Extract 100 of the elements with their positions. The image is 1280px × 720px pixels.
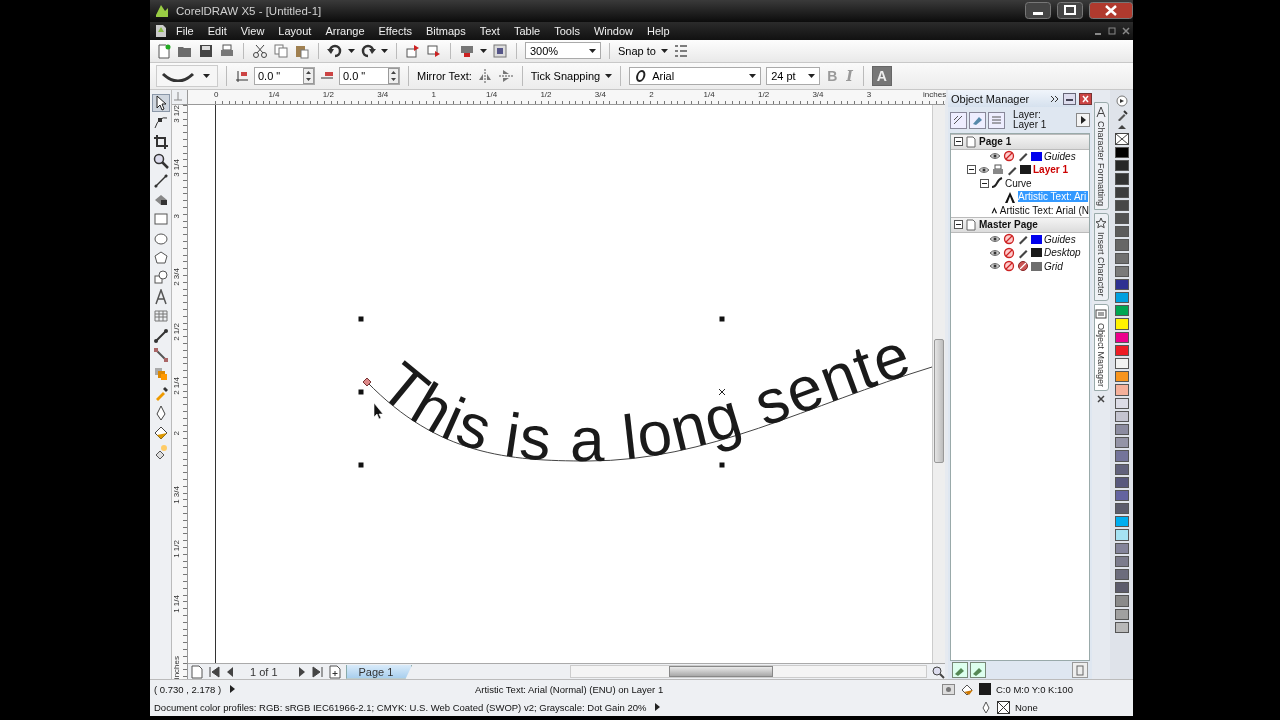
- snap-to-menu[interactable]: Snap to: [618, 44, 656, 57]
- maximize-icon[interactable]: [1057, 2, 1083, 20]
- caret-icon[interactable]: [605, 73, 613, 78]
- no-print-icon[interactable]: [1003, 233, 1015, 246]
- selection-handle[interactable]: [719, 462, 725, 468]
- layer-item[interactable]: Guides: [1044, 233, 1076, 245]
- no-edit-icon[interactable]: [1017, 260, 1029, 273]
- freehand-line-icon[interactable]: [152, 172, 169, 189]
- shape-node-icon[interactable]: [152, 114, 169, 131]
- color-swatch[interactable]: [1114, 529, 1129, 541]
- color-swatch[interactable]: [1114, 199, 1129, 211]
- restore-icon[interactable]: [1107, 25, 1117, 36]
- expander-icon[interactable]: [967, 165, 976, 175]
- path-node-icon[interactable]: [362, 377, 372, 387]
- zoom-page-icon[interactable]: [931, 664, 945, 679]
- color-swatch[interactable]: [1114, 397, 1129, 409]
- color-swatch[interactable]: [1114, 542, 1129, 554]
- scroll-thumb[interactable]: [669, 666, 773, 677]
- curved-text[interactable]: This is a long sente: [368, 319, 918, 474]
- layer-item[interactable]: Layer 1: [1033, 164, 1069, 176]
- new-master-layer-icon[interactable]: [970, 662, 986, 678]
- menu-item[interactable]: Window: [586, 24, 640, 37]
- menu-item[interactable]: Help: [640, 24, 677, 37]
- menu-item[interactable]: Layout: [271, 24, 319, 37]
- color-swatch[interactable]: [1114, 608, 1129, 620]
- color-swatch[interactable]: [1114, 226, 1129, 238]
- dimension-icon[interactable]: [152, 327, 169, 344]
- connector-icon[interactable]: [152, 347, 169, 364]
- spin-arrows-icon[interactable]: [388, 67, 399, 84]
- color-swatch[interactable]: [1114, 621, 1129, 633]
- caret-icon[interactable]: [203, 73, 210, 78]
- close-icon[interactable]: [1089, 2, 1133, 20]
- menu-item[interactable]: View: [233, 24, 272, 37]
- object-item[interactable]: Curve: [1005, 177, 1032, 189]
- layer-item[interactable]: Desktop: [1044, 247, 1081, 259]
- eye-icon[interactable]: [978, 164, 990, 175]
- new-layer-icon[interactable]: [952, 662, 968, 678]
- menu-item[interactable]: Effects: [371, 24, 419, 37]
- color-swatch[interactable]: [1114, 410, 1129, 422]
- expand-panel-icon[interactable]: [1050, 93, 1060, 104]
- eye-icon[interactable]: [989, 151, 1001, 162]
- text-tool-icon[interactable]: [152, 288, 169, 305]
- color-swatch[interactable]: [1114, 437, 1129, 449]
- redo-icon[interactable]: [360, 42, 376, 59]
- color-swatch[interactable]: [1114, 489, 1129, 502]
- color-swatch[interactable]: [1114, 423, 1129, 436]
- pencil-icon[interactable]: [1017, 150, 1029, 163]
- tick-snapping-menu[interactable]: Tick Snapping: [530, 69, 601, 82]
- zoom-icon[interactable]: [152, 153, 169, 170]
- color-swatch[interactable]: [1114, 173, 1129, 185]
- caret-icon[interactable]: [381, 48, 388, 53]
- caret-icon[interactable]: [480, 48, 487, 53]
- horizontal-scrollbar[interactable]: [570, 665, 927, 678]
- menu-item[interactable]: Edit: [200, 24, 234, 37]
- minimize-icon[interactable]: [1063, 92, 1076, 105]
- copy-icon[interactable]: [273, 42, 289, 59]
- expander-icon[interactable]: [954, 137, 963, 147]
- options-icon[interactable]: [672, 42, 689, 59]
- font-size-combo[interactable]: 24 pt: [766, 66, 821, 85]
- printer-icon[interactable]: [992, 163, 1004, 176]
- color-swatch[interactable]: [1114, 516, 1129, 528]
- menu-item[interactable]: Tools: [547, 24, 587, 37]
- close-icon[interactable]: [1079, 92, 1092, 105]
- minimize-icon[interactable]: [1025, 2, 1051, 20]
- color-swatch[interactable]: [1114, 212, 1129, 225]
- import-icon[interactable]: [405, 42, 421, 59]
- spin-arrows-icon[interactable]: [303, 67, 314, 84]
- expander-icon[interactable]: [954, 220, 963, 230]
- color-swatch[interactable]: [1114, 595, 1129, 607]
- color-swatch[interactable]: [1114, 292, 1129, 304]
- color-swatch[interactable]: [1114, 463, 1129, 475]
- menu-item[interactable]: Arrange: [318, 24, 372, 37]
- vertical-offset-field[interactable]: 0.0 ": [254, 66, 315, 85]
- color-swatch[interactable]: [1114, 344, 1129, 356]
- expander-icon[interactable]: [980, 178, 989, 188]
- color-swatch[interactable]: [1114, 371, 1129, 383]
- color-swatch[interactable]: [1114, 265, 1129, 277]
- export-icon[interactable]: [426, 42, 442, 59]
- pencil-icon[interactable]: [1017, 233, 1029, 246]
- color-swatch[interactable]: [1114, 318, 1129, 330]
- insert-page-icon[interactable]: [190, 664, 204, 679]
- undo-icon[interactable]: [327, 42, 343, 59]
- last-page-icon[interactable]: [311, 664, 324, 679]
- no-print-icon[interactable]: [1003, 246, 1015, 259]
- mirror-horizontal-icon[interactable]: [476, 67, 493, 84]
- color-swatch[interactable]: [1114, 331, 1129, 343]
- color-swatch[interactable]: [1114, 186, 1129, 198]
- mirror-vertical-icon[interactable]: [497, 67, 514, 84]
- color-swatch[interactable]: [1114, 160, 1129, 172]
- text-path-preset[interactable]: [156, 64, 218, 87]
- close-icon[interactable]: [1096, 393, 1106, 404]
- eye-icon[interactable]: [989, 261, 1001, 272]
- expand-arrow-icon[interactable]: [654, 702, 662, 712]
- color-swatch[interactable]: [1114, 555, 1129, 567]
- color-swatch[interactable]: [1114, 239, 1129, 251]
- add-page-icon[interactable]: [327, 664, 342, 679]
- selection-handle[interactable]: [358, 462, 364, 468]
- vertical-scrollbar[interactable]: [932, 105, 945, 663]
- menu-item[interactable]: Text: [472, 24, 507, 37]
- menu-item[interactable]: Bitmaps: [418, 24, 473, 37]
